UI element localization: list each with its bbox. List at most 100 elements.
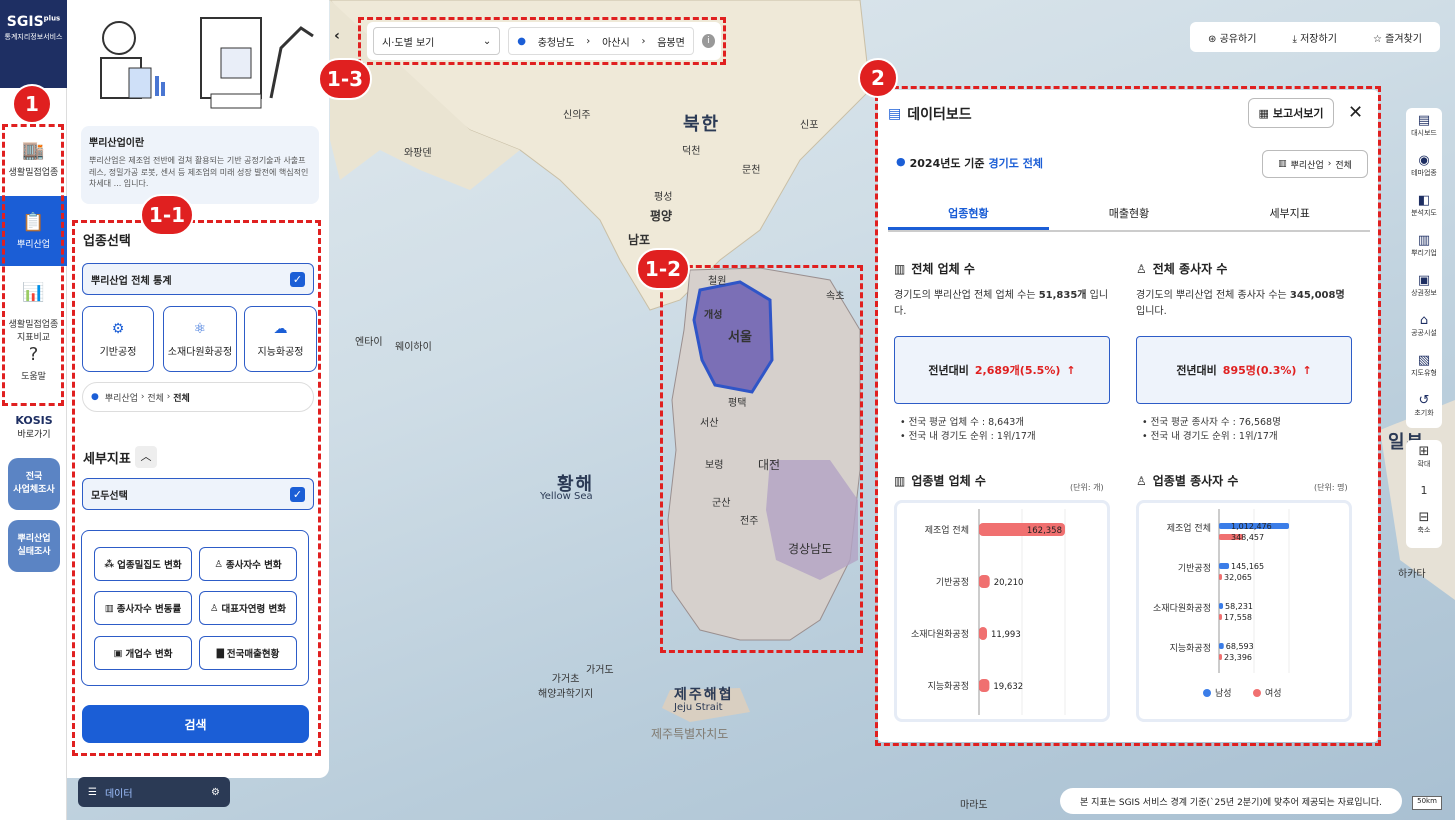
map-label: 북한 <box>683 114 721 135</box>
chevron-up-icon[interactable]: ︿ <box>135 446 157 468</box>
map-label: 서산 <box>700 418 719 429</box>
map-label: 서울 <box>728 330 752 345</box>
all-stats-option[interactable]: 뿌리산업 전체 통계 ✓ <box>82 263 314 295</box>
chart-icon: ◧ <box>1417 193 1431 208</box>
badge-1-2: 1-2 <box>636 248 690 290</box>
indicator-title: 세부지표 <box>83 452 131 467</box>
map-label: 마라도 <box>960 800 988 811</box>
chart1-unit: (단위: 개) <box>1070 483 1104 492</box>
badge-1-1: 1-1 <box>140 194 194 236</box>
map-label: 속초 <box>826 291 845 302</box>
check-icon: ✓ <box>290 271 305 287</box>
root-survey-button[interactable]: 뿌리산업 실태조사 <box>8 520 60 572</box>
chart2-category-label: 소재다원화공정 <box>1153 603 1211 614</box>
zoom-out-button[interactable]: ⊟ 축소 <box>1406 506 1442 542</box>
tab-indicators[interactable]: 세부지표 <box>1209 200 1370 230</box>
top-actions: ⊛ 공유하기 ⤓ 저장하기 ☆ 즐겨찾기 <box>1190 22 1440 52</box>
chart2-legend-label: 여성 <box>1265 687 1282 699</box>
biz-yoy-box: 전년대비 2,689개(5.5%) ↑ <box>894 336 1110 404</box>
close-icon[interactable]: ✕ <box>1348 102 1363 123</box>
building-icon: ▥ <box>104 602 114 614</box>
tool-dashboard[interactable]: ▤ 대시보드 <box>1406 108 1442 148</box>
tool-company[interactable]: ▥ 뿌리기업 <box>1406 228 1442 268</box>
share-button[interactable]: ⊛ 공유하기 <box>1208 30 1256 45</box>
tool-analysis[interactable]: ◧ 분석지도 <box>1406 188 1442 228</box>
national-survey-button[interactable]: 전국 사업체조사 <box>8 458 60 510</box>
category-basic-process[interactable]: ⚙ 기반공정 <box>82 306 154 372</box>
map-label: 평택 <box>728 398 747 409</box>
dashboard-panel: ▤ 데이터보드 ▦ 보고서보기 ✕ ● 2024년도 기준 경기도 전체 ▥ 뿌리산… <box>878 90 1378 742</box>
emp-bullets: • 전국 평균 종사자 수 : 76,568명 • 전국 내 경기도 순위 : … <box>1142 417 1281 443</box>
building-icon: ▥ <box>1278 159 1287 169</box>
indicator-national-sales[interactable]: ▇ 전국매출현황 <box>199 636 297 670</box>
dashboard-tabs: 업종현황 매출현황 세부지표 <box>888 200 1370 232</box>
compare-icon: 📊 <box>22 282 45 303</box>
select-all-option[interactable]: 모두선택 ✓ <box>82 478 314 510</box>
download-icon: ⤓ <box>1292 33 1297 45</box>
share-icon: ⊛ <box>1208 33 1217 45</box>
nav-item-help[interactable]: ? 도움말 <box>0 344 67 392</box>
view-select[interactable]: 시·도별 보기 ⌄ <box>373 27 501 55</box>
map-label: 대전 <box>758 458 781 472</box>
chart1-value-label: 19,632 <box>993 682 1023 692</box>
nav-item-daily-industry[interactable]: 🏬 생활밀접업종 <box>0 140 67 188</box>
tool-market[interactable]: ▣ 상권정보 <box>1406 268 1442 308</box>
report-button[interactable]: ▦ 보고서보기 <box>1248 98 1334 128</box>
tool-public[interactable]: ⌂ 공공시설 <box>1406 308 1442 348</box>
collapse-panel-icon[interactable]: ‹ <box>330 28 344 52</box>
chart2-box: 제조업 전체 1,012,476 348,457 기반공정 145,165 32,065 소… <box>1136 500 1352 722</box>
save-button[interactable]: ⤓ 저장하기 <box>1292 30 1336 45</box>
location-pin-icon: ● <box>896 155 906 168</box>
tool-reset[interactable]: ↺ 초기화 <box>1406 388 1442 428</box>
tool-theme[interactable]: ◉ 테마업종 <box>1406 148 1442 188</box>
map-label: 개성 <box>704 310 723 321</box>
data-layer-bar[interactable]: ☰ 데이터 ⚙ <box>78 777 230 807</box>
biz-desc: 경기도의 뿌리산업 전체 업체 수는 51,835개 입니다. <box>894 290 1109 317</box>
map-label: 제주특별자치도 <box>651 727 729 741</box>
dashboard-crumb[interactable]: ▥ 뿌리산업 › 전체 <box>1262 150 1368 178</box>
nav-item-compare[interactable]: 📊 생활밀접업종 지표비교 <box>0 272 67 343</box>
gear-icon[interactable]: ⚙ <box>211 787 220 798</box>
dashboard-icon: ▤ <box>888 106 902 122</box>
chart1-box: 제조업 전체 162,358 기반공정 20,210 소재다원화공정 11,993 지능화공… <box>894 500 1110 722</box>
category-smart-process[interactable]: ☁ 지능화공정 <box>244 306 317 372</box>
density-icon: ⁂ <box>104 558 115 570</box>
map-label: 남포 <box>628 233 651 247</box>
location-pin-icon: ● <box>91 392 99 402</box>
kosis-link[interactable]: KOSIS 바로가기 <box>4 414 64 440</box>
chart2-value-label: 17,558 <box>1224 613 1252 622</box>
map-label: 와팡덴 <box>404 148 432 159</box>
chart2-category-label: 제조업 전체 <box>1167 523 1211 534</box>
chart2-bar <box>1219 654 1222 660</box>
indicator-employee-change[interactable]: ♙ 종사자수 변화 <box>199 547 297 581</box>
tab-sales-status[interactable]: 매출현황 <box>1049 200 1210 230</box>
store-icon: ▣ <box>1417 273 1431 288</box>
tool-maptype[interactable]: ▧ 지도유형 <box>1406 348 1442 388</box>
map-label: 가거초 해양과학기지 <box>538 674 594 700</box>
sgis-logo[interactable]: SGISplus 통계지리정보서비스 <box>0 0 67 88</box>
region-breadcrumb[interactable]: ● 충청남도 › 아산시 › 음봉면 <box>508 27 694 55</box>
chart1-category-label: 기반공정 <box>936 577 969 588</box>
search-button[interactable]: 검색 <box>82 705 309 743</box>
nav-item-root-industry[interactable]: 📋 뿌리산업 <box>0 196 67 266</box>
intro-box: 뿌리산업이란 뿌리산업은 제조업 전반에 걸쳐 활용되는 기반 공정기술과 사출… <box>81 126 319 204</box>
building-icon: ▥ <box>894 473 906 488</box>
arrow-up-icon: ↑ <box>1302 363 1312 377</box>
favorite-button[interactable]: ☆ 즐겨찾기 <box>1373 30 1422 45</box>
info-icon[interactable]: i <box>701 34 715 48</box>
dashboard-title: ▤ 데이터보드 <box>888 106 972 123</box>
location-bar: 시·도별 보기 ⌄ ● 충청남도 › 아산시 › 음봉면 i <box>367 22 721 60</box>
tab-industry-status[interactable]: 업종현황 <box>888 200 1049 230</box>
indicator-density-change[interactable]: ⁂ 업종밀집도 변화 <box>94 547 192 581</box>
zoom-in-button[interactable]: ⊞ 확대 <box>1406 440 1442 476</box>
map-label: 군산 <box>712 498 731 509</box>
chart2-legend-marker <box>1203 689 1211 697</box>
emp-desc: 경기도의 뿌리산업 전체 종사자 수는 345,008명 입니다. <box>1136 290 1345 317</box>
chart2-value-label: 58,231 <box>1225 602 1253 611</box>
indicator-openings[interactable]: ▣ 개업수 변화 <box>94 636 192 670</box>
indicator-employee-rate[interactable]: ▥ 종사자수 변동률 <box>94 591 192 625</box>
indicator-ceo-age[interactable]: ♙ 대표자연령 변화 <box>199 591 297 625</box>
map-label: 평양 <box>650 209 673 223</box>
map-label: 제주해협 <box>674 687 734 703</box>
category-material-process[interactable]: ⚛ 소재다원화공정 <box>163 306 237 372</box>
